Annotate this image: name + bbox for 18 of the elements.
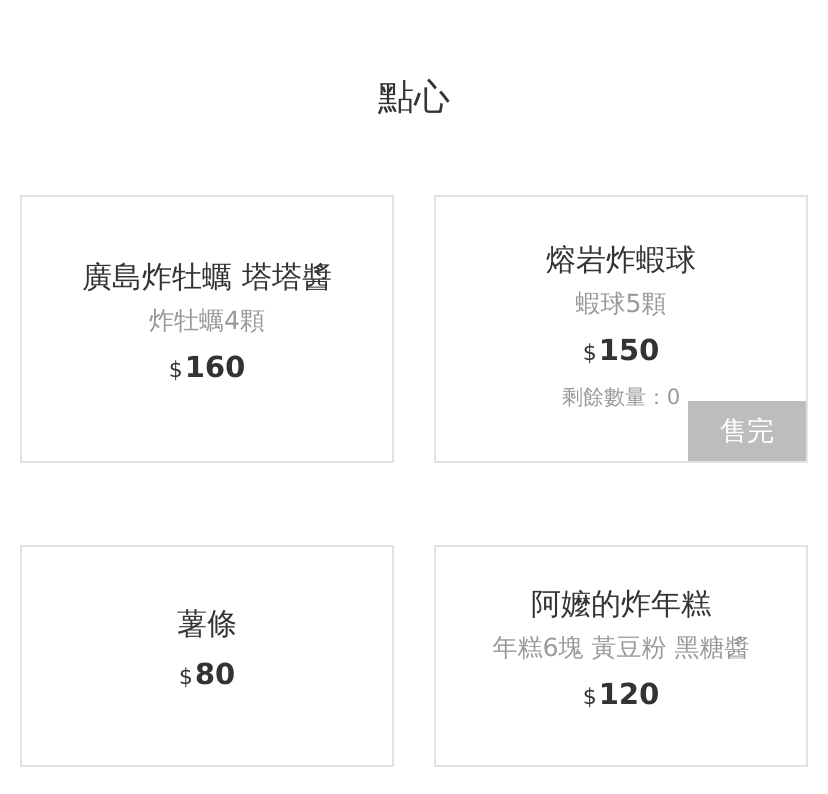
menu-item-card[interactable]: 廣島炸牡蠣 塔塔醬 炸牡蠣4顆 $160 <box>20 195 394 463</box>
menu-item-card[interactable]: 薯條 $80 <box>20 545 394 767</box>
item-name: 薯條 <box>177 606 237 644</box>
menu-item-card[interactable]: 熔岩炸蝦球 蝦球5顆 $150 剩餘數量：0 售完 <box>434 195 808 463</box>
stock-count: 剩餘數量：0 <box>562 384 680 411</box>
item-name: 廣島炸牡蠣 塔塔醬 <box>82 259 332 297</box>
sold-out-badge: 售完 <box>688 401 806 461</box>
item-description: 年糕6塊 黃豆粉 黑糖醬 <box>492 632 750 664</box>
item-price: $150 <box>582 332 660 369</box>
item-price: $120 <box>582 676 660 713</box>
menu-item-card[interactable]: 阿嬤的炸年糕 年糕6塊 黃豆粉 黑糖醬 $120 <box>434 545 808 767</box>
item-name: 熔岩炸蝦球 <box>546 242 696 280</box>
item-description: 蝦球5顆 <box>576 288 666 320</box>
section-title: 點心 <box>378 76 450 120</box>
item-price: $160 <box>168 349 246 386</box>
item-name: 阿嬤的炸年糕 <box>531 586 711 624</box>
item-price: $80 <box>178 656 236 693</box>
item-description: 炸牡蠣4顆 <box>149 305 265 337</box>
